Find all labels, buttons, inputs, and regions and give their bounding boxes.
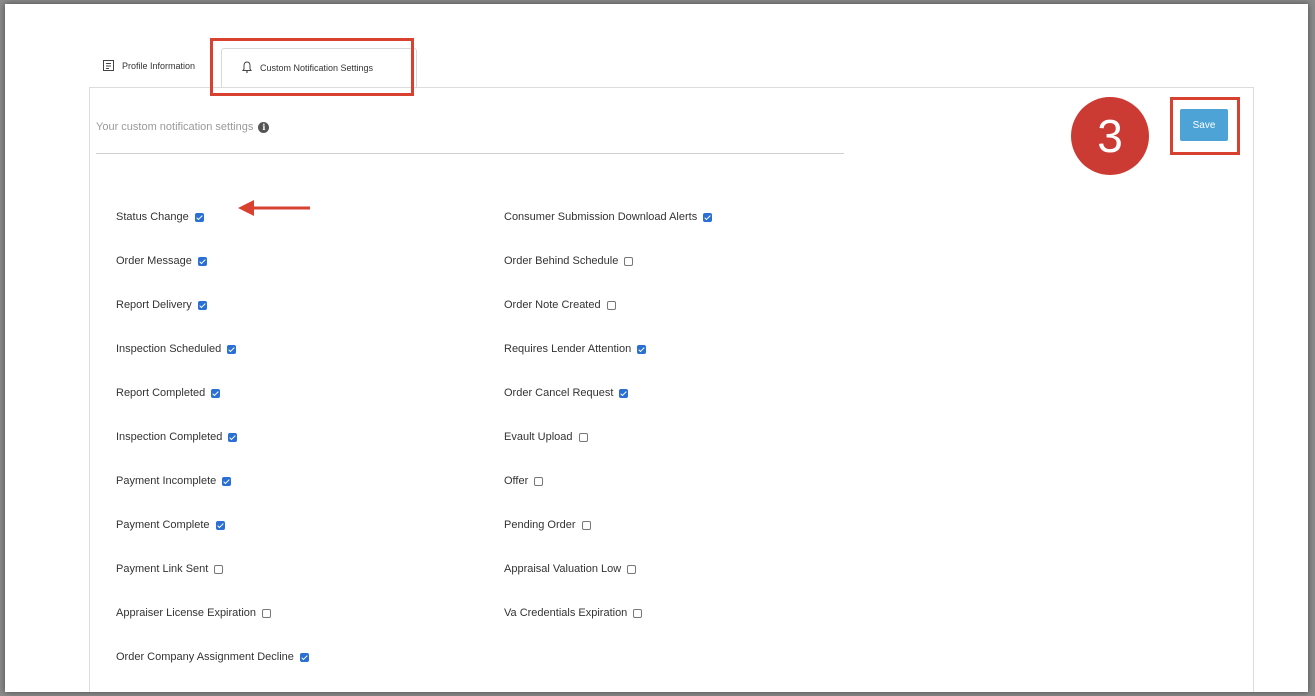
option-checkbox[interactable] xyxy=(581,520,591,530)
option-label: Report Delivery xyxy=(116,299,192,311)
option-row: Consumer Submission Download Alerts xyxy=(504,195,713,239)
option-row: Offer xyxy=(504,459,712,503)
option-row: Payment Complete xyxy=(116,503,309,547)
right-options-column: Consumer Submission Download Alerts Order… xyxy=(504,195,713,635)
tab-highlight-box xyxy=(210,38,414,96)
left-options-column: Status Change Order Message Report Deliver… xyxy=(116,195,309,679)
tab-label: Profile Information xyxy=(122,61,196,71)
option-label: Payment Link Sent xyxy=(116,563,209,575)
option-row: Pending Order xyxy=(504,503,712,547)
option-checkbox[interactable] xyxy=(194,212,204,222)
option-checkbox[interactable] xyxy=(534,476,544,486)
option-checkbox[interactable] xyxy=(214,564,224,574)
option-row: Requires Lender Attention xyxy=(504,327,712,371)
option-row: Inspection Scheduled xyxy=(116,327,309,371)
option-label: Payment Incomplete xyxy=(116,475,217,487)
option-row: Report Delivery xyxy=(116,283,309,327)
option-label: Report Completed xyxy=(116,387,206,399)
option-checkbox[interactable] xyxy=(211,388,221,398)
option-label: Inspection Scheduled xyxy=(116,343,222,355)
option-label: Va Credentials Expiration xyxy=(504,607,628,619)
option-row: Va Credentials Expiration xyxy=(504,591,712,635)
option-label: Payment Complete xyxy=(116,519,210,531)
option-row: Payment Link Sent xyxy=(116,547,309,591)
step-number-badge: 3 xyxy=(1071,97,1149,175)
option-checkbox[interactable] xyxy=(578,432,588,442)
option-row: Appraiser License Expiration xyxy=(116,591,309,635)
option-row: Inspection Completed xyxy=(116,415,309,459)
option-label: Order Note Created xyxy=(504,299,601,311)
option-row: Order Behind Schedule xyxy=(504,239,712,283)
save-button[interactable]: Save xyxy=(1180,109,1228,141)
option-label: Order Behind Schedule xyxy=(504,255,619,267)
option-checkbox[interactable] xyxy=(299,652,309,662)
section-title: Your custom notification settings i xyxy=(96,121,270,133)
option-row: Report Completed xyxy=(116,371,309,415)
option-label: Order Company Assignment Decline xyxy=(116,651,294,663)
option-checkbox[interactable] xyxy=(227,344,237,354)
option-row: Order Message xyxy=(116,239,309,283)
option-label: Order Cancel Request xyxy=(504,387,614,399)
option-checkbox[interactable] xyxy=(222,476,232,486)
info-icon[interactable]: i xyxy=(258,121,270,133)
profile-card-icon xyxy=(103,59,114,73)
option-label: Status Change xyxy=(116,211,189,223)
option-label: Pending Order xyxy=(504,519,576,531)
option-label: Order Message xyxy=(116,255,192,267)
option-row: Order Note Created xyxy=(504,283,712,327)
option-row: Payment Incomplete xyxy=(116,459,309,503)
option-row: Order Company Assignment Decline xyxy=(116,635,309,679)
option-row: Order Cancel Request xyxy=(504,371,712,415)
option-checkbox[interactable] xyxy=(215,520,225,530)
option-label: Offer xyxy=(504,475,529,487)
option-row: Evault Upload xyxy=(504,415,712,459)
option-label: Appraiser License Expiration xyxy=(116,607,257,619)
section-divider xyxy=(96,153,844,154)
option-checkbox[interactable] xyxy=(262,608,272,618)
option-checkbox[interactable] xyxy=(703,212,713,222)
option-checkbox[interactable] xyxy=(633,608,643,618)
option-checkbox[interactable] xyxy=(619,388,629,398)
option-label: Consumer Submission Download Alerts xyxy=(504,211,698,223)
option-checkbox[interactable] xyxy=(197,300,207,310)
option-label: Appraisal Valuation Low xyxy=(504,563,622,575)
option-checkbox[interactable] xyxy=(627,564,637,574)
red-arrow-icon xyxy=(238,200,310,216)
option-checkbox[interactable] xyxy=(624,256,634,266)
option-checkbox[interactable] xyxy=(637,344,647,354)
tab-profile-information[interactable]: Profile Information xyxy=(97,44,215,88)
option-label: Requires Lender Attention xyxy=(504,343,632,355)
option-row: Appraisal Valuation Low xyxy=(504,547,712,591)
option-checkbox[interactable] xyxy=(197,256,207,266)
option-label: Inspection Completed xyxy=(116,431,223,443)
option-label: Evault Upload xyxy=(504,431,573,443)
option-checkbox[interactable] xyxy=(228,432,238,442)
option-checkbox[interactable] xyxy=(606,300,616,310)
